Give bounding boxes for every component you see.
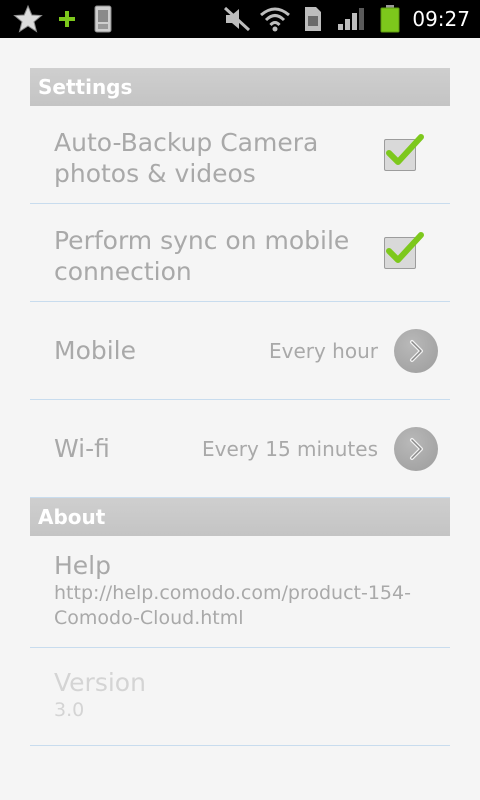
chevron-right-icon xyxy=(410,340,423,362)
help-url-line2: Comodo-Cloud.html xyxy=(54,607,244,629)
muted-volume-icon xyxy=(222,0,252,38)
sync-mobile-checkbox[interactable] xyxy=(384,232,424,269)
phone-icon xyxy=(92,0,114,38)
wifi-interval-button[interactable] xyxy=(394,427,438,471)
mobile-interval-value: Every hour xyxy=(268,339,378,363)
wifi-label: Wi-fi xyxy=(54,434,110,463)
wifi-icon xyxy=(258,0,292,38)
sync-mobile-row[interactable]: Perform sync on mobile connection xyxy=(30,204,450,302)
settings-list: Settings Auto-Backup Camera photos & vid… xyxy=(30,68,450,746)
wifi-interval-row[interactable]: Wi-fi Every 15 minutes xyxy=(30,400,450,498)
help-label: Help xyxy=(54,551,111,580)
mobile-interval-row[interactable]: Mobile Every hour xyxy=(30,302,450,400)
auto-backup-row[interactable]: Auto-Backup Camera photos & videos xyxy=(30,106,450,204)
version-label: Version xyxy=(54,668,146,697)
help-url-line1: http://help.comodo.com/product-154- xyxy=(54,582,411,604)
version-row: Version 3.0 xyxy=(30,648,450,746)
version-value: 3.0 xyxy=(54,699,85,721)
chevron-right-icon xyxy=(410,438,423,460)
section-header-settings: Settings xyxy=(30,68,450,106)
plus-icon xyxy=(56,0,78,38)
battery-icon xyxy=(378,0,402,38)
checkmark-icon xyxy=(386,134,424,165)
star-icon xyxy=(12,0,44,38)
checkmark-icon xyxy=(386,232,424,263)
mobile-interval-button[interactable] xyxy=(394,329,438,373)
mobile-label: Mobile xyxy=(54,336,137,365)
sim-icon xyxy=(302,0,324,38)
clock: 09:27 xyxy=(412,7,470,31)
auto-backup-checkbox[interactable] xyxy=(384,134,424,171)
signal-icon xyxy=(336,0,366,38)
wifi-interval-value: Every 15 minutes xyxy=(202,437,378,461)
status-bar: 09:27 xyxy=(0,0,480,38)
help-row[interactable]: Help http://help.comodo.com/product-154-… xyxy=(30,536,450,648)
section-header-about: About xyxy=(30,498,450,536)
